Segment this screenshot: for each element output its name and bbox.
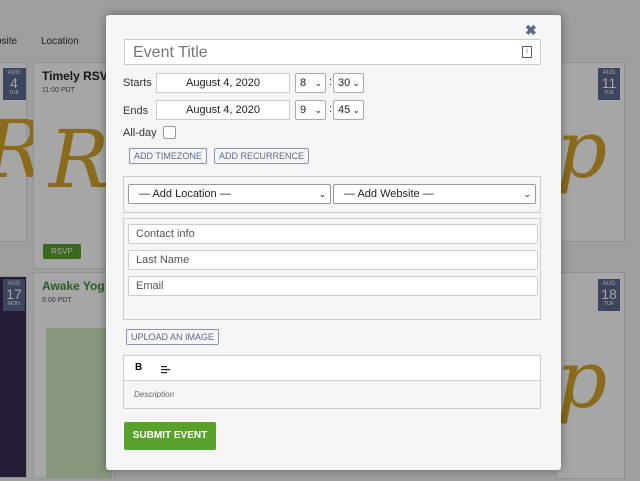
time-separator: : <box>329 76 333 88</box>
last-name-input[interactable]: Last Name <box>128 250 538 270</box>
bold-button[interactable]: B <box>135 362 142 373</box>
location-select[interactable]: — Add Location — ⌄ <box>128 184 331 204</box>
close-icon[interactable]: ✖ <box>525 22 537 39</box>
add-event-modal: ✖ Event Title i Starts August 4, 2020 8 ⌄… <box>106 15 561 470</box>
submit-event-button[interactable]: SUBMIT EVENT <box>124 422 216 450</box>
allday-label: All-day <box>123 127 157 139</box>
add-timezone-button[interactable]: ADD TIMEZONE <box>129 148 207 164</box>
allday-checkbox[interactable] <box>163 126 176 139</box>
start-date-input[interactable]: August 4, 2020 <box>156 73 290 93</box>
contact-info-input[interactable]: Contact info <box>128 224 538 244</box>
start-minute-select[interactable]: 30 ⌄ <box>333 73 364 93</box>
contact-section: Contact info Last Name Email <box>123 218 541 320</box>
upload-image-button[interactable]: UPLOAD AN IMAGE <box>126 329 220 345</box>
website-select[interactable]: — Add Website — ⌄ <box>333 184 536 204</box>
align-left-icon[interactable] <box>161 362 171 374</box>
starts-label: Starts <box>123 77 152 89</box>
location-website-section: — Add Location — ⌄ — Add Website — ⌄ <box>123 176 541 213</box>
field-info-icon: i <box>522 46 532 58</box>
end-date-input[interactable]: August 4, 2020 <box>156 100 290 120</box>
end-minute-select[interactable]: 45 ⌄ <box>333 100 364 120</box>
end-hour-select[interactable]: 9 ⌄ <box>295 100 326 120</box>
add-recurrence-button[interactable]: ADD RECURRENCE <box>214 148 310 164</box>
editor-toolbar: B <box>123 355 541 381</box>
start-hour-select[interactable]: 8 ⌄ <box>295 73 326 93</box>
time-separator: : <box>329 103 333 115</box>
description-editor[interactable]: Description <box>123 380 541 409</box>
event-title-input[interactable]: Event Title i <box>124 39 541 65</box>
ends-label: Ends <box>123 105 149 117</box>
email-input[interactable]: Email <box>128 276 538 296</box>
